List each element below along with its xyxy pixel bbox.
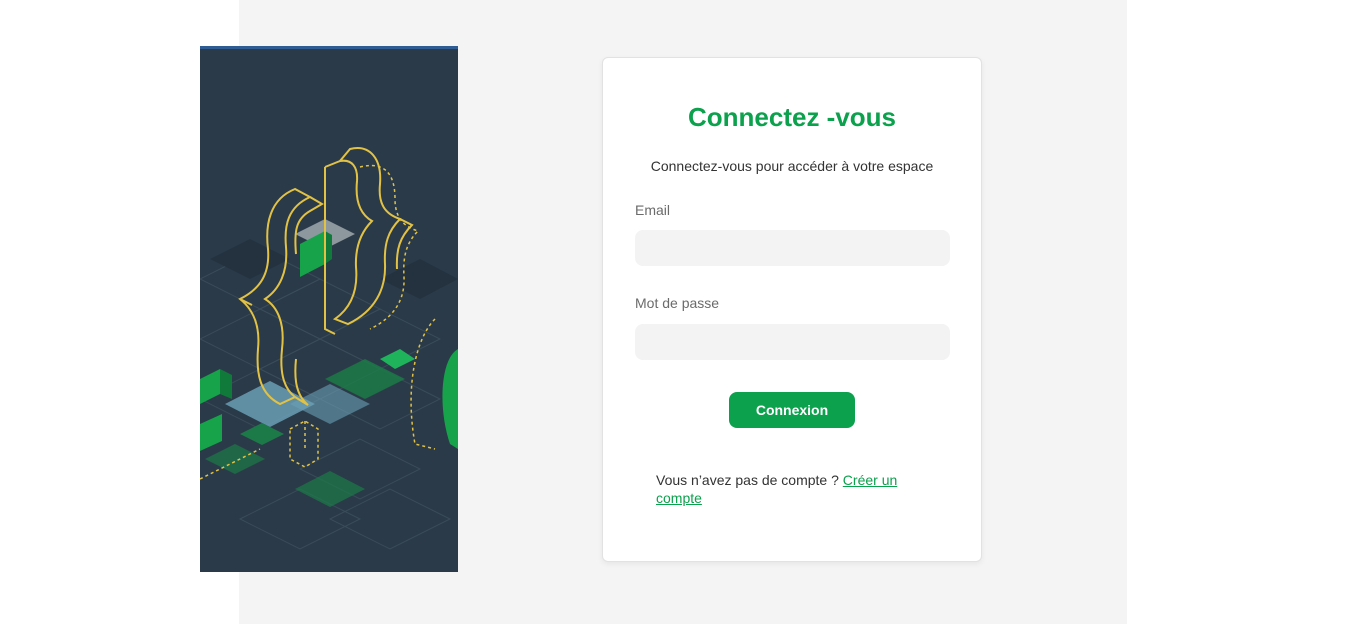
login-card: Connectez -vous Connectez-vous pour accé… (602, 57, 982, 562)
login-subtitle: Connectez-vous pour accéder à votre espa… (650, 158, 934, 174)
email-field[interactable] (635, 230, 950, 266)
password-label: Mot de passe (635, 295, 720, 311)
login-title: Connectez -vous (687, 102, 897, 132)
login-button[interactable]: Connexion (729, 392, 855, 428)
signup-prompt-text: Vous n’avez pas de compte ? (656, 472, 839, 488)
code-braces-illustration-icon (200, 147, 458, 550)
signup-prompt: Vous n’avez pas de compte ? Créer un com… (656, 471, 926, 507)
hero-illustration (200, 46, 458, 572)
password-field[interactable] (635, 324, 950, 360)
email-label: Email (635, 202, 671, 218)
